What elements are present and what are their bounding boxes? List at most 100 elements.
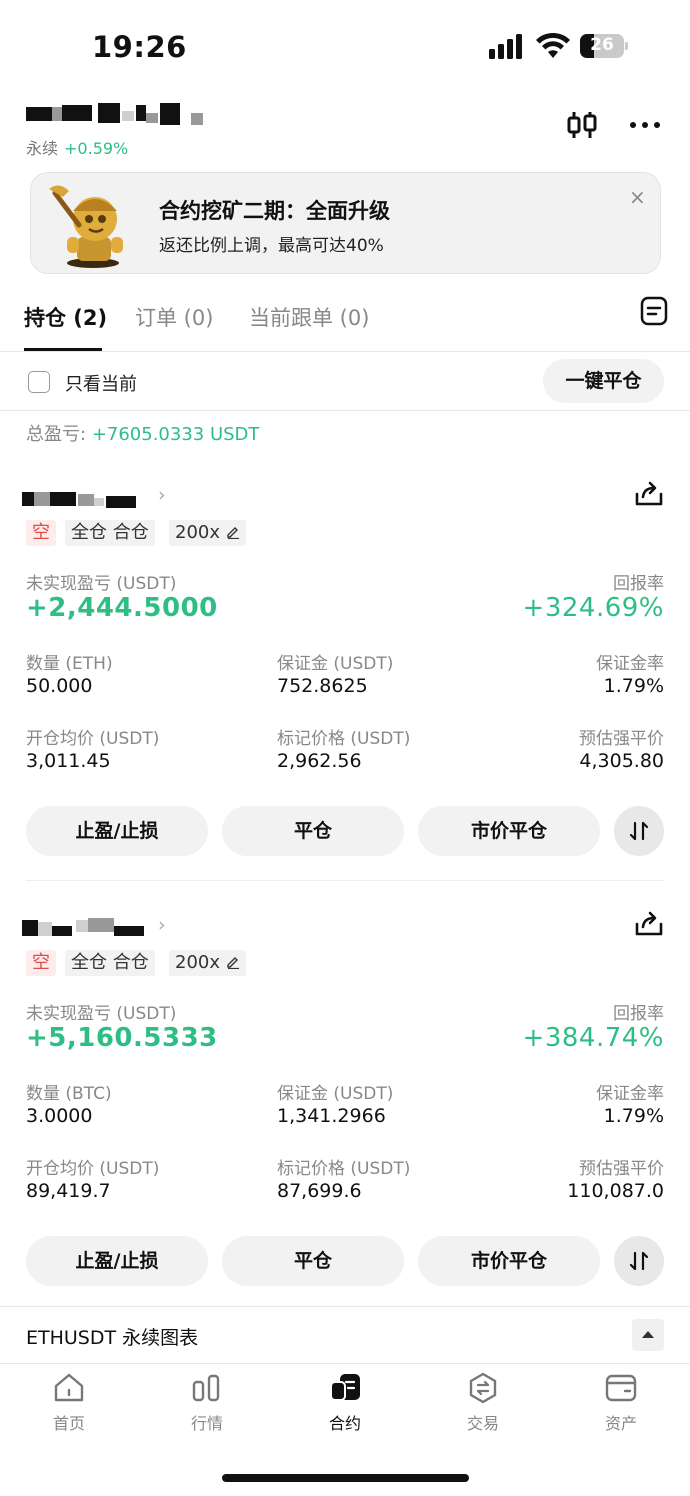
- mark-price-value: 2,962.56: [277, 750, 362, 772]
- gold-miner-mascot-icon: [49, 185, 123, 268]
- nav-home-label: 首页: [52, 1414, 85, 1433]
- home-indicator[interactable]: [222, 1474, 469, 1482]
- market-icon: [192, 1374, 220, 1402]
- unrealized-pnl-label: 未实现盈亏 (USDT): [26, 1004, 177, 1024]
- candlestick-chart-icon[interactable]: [566, 110, 598, 140]
- liquidation-price-value: 4,305.80: [579, 750, 664, 772]
- unrealized-pnl-value: +5,160.5333: [26, 1023, 218, 1053]
- chart-drawer-title: ETHUSDT 永续图表: [26, 1327, 199, 1349]
- side-tag: 空: [26, 950, 56, 976]
- quantity-label: 数量 (ETH): [26, 654, 113, 674]
- symbol-chevron-icon[interactable]: ›: [158, 484, 166, 506]
- quantity-value: 50.000: [26, 675, 93, 697]
- tpsl-button[interactable]: 止盈/止损: [26, 806, 208, 856]
- trade-icon: [469, 1372, 497, 1404]
- side-tag: 空: [26, 520, 56, 546]
- status-time: 19:26: [92, 30, 187, 64]
- leverage-tag[interactable]: 200x: [169, 950, 247, 976]
- entry-price-label: 开仓均价 (USDT): [26, 1159, 160, 1179]
- home-icon: [54, 1373, 84, 1402]
- tpsl-button[interactable]: 止盈/止损: [26, 1236, 208, 1286]
- position-card: › 空 全仓 合仓 200x 未实现盈亏 (USDT) 回报率 +2,444.5…: [0, 480, 690, 900]
- leverage-tag[interactable]: 200x: [169, 520, 247, 546]
- only-current-checkbox[interactable]: [28, 371, 50, 393]
- total-pnl-label: 总盈亏:: [26, 424, 87, 445]
- close-position-button[interactable]: 平仓: [222, 806, 404, 856]
- reverse-position-button[interactable]: [614, 806, 664, 856]
- only-current-label[interactable]: 只看当前: [65, 370, 137, 396]
- mark-price-label: 标记价格 (USDT): [277, 729, 411, 749]
- position-tabs: 持仓 (2) 订单 (0) 当前跟单 (0): [0, 290, 690, 352]
- promo-banner[interactable]: 合约挖矿二期：全面升级 返还比例上调，最高可达40% ×: [30, 172, 661, 274]
- symbol-chevron-icon[interactable]: ›: [158, 914, 166, 936]
- roe-label: 回报率: [613, 1004, 664, 1024]
- entry-price-label: 开仓均价 (USDT): [26, 729, 160, 749]
- unrealized-pnl-label: 未实现盈亏 (USDT): [26, 574, 177, 594]
- document-icon[interactable]: [640, 296, 668, 326]
- nav-assets[interactable]: 资产: [581, 1372, 661, 1434]
- position-symbol-blurred[interactable]: [22, 918, 162, 938]
- margin-mode-tag: 全仓 合仓: [65, 950, 155, 976]
- active-tab-indicator: [24, 348, 102, 351]
- margin-value: 1,341.2966: [277, 1105, 386, 1127]
- nav-futures-label: 合约: [328, 1414, 361, 1433]
- position-symbol-blurred[interactable]: [22, 488, 162, 508]
- liquidation-price-value: 110,087.0: [567, 1180, 664, 1202]
- position-card: › 空 全仓 合仓 200x 未实现盈亏 (USDT) 回报率 +5,160.5…: [0, 910, 690, 1330]
- tab-orders[interactable]: 订单 (0): [135, 302, 213, 332]
- mark-price-label: 标记价格 (USDT): [277, 1159, 411, 1179]
- cellular-signal-icon: [489, 34, 522, 59]
- position-divider: [26, 880, 664, 881]
- mark-price-value: 87,699.6: [277, 1180, 362, 1202]
- margin-ratio-label: 保证金率: [596, 1084, 664, 1104]
- entry-price-value: 89,419.7: [26, 1180, 111, 1202]
- tab-copy-trading[interactable]: 当前跟单 (0): [249, 302, 369, 332]
- wallet-icon: [605, 1374, 637, 1402]
- close-all-button[interactable]: 一键平仓: [543, 359, 664, 403]
- nav-assets-label: 资产: [604, 1414, 637, 1433]
- nav-home[interactable]: 首页: [29, 1372, 109, 1434]
- price-change: +0.59%: [64, 139, 129, 158]
- roe-label: 回报率: [613, 574, 664, 594]
- swap-arrows-icon: [629, 821, 649, 841]
- quantity-value: 3.0000: [26, 1105, 93, 1127]
- nav-futures[interactable]: 合约: [305, 1372, 385, 1434]
- nav-market-label: 行情: [190, 1414, 223, 1433]
- banner-title: 合约挖矿二期：全面升级: [159, 199, 390, 223]
- margin-ratio-label: 保证金率: [596, 654, 664, 674]
- nav-trade-label: 交易: [466, 1414, 499, 1433]
- edit-pencil-icon[interactable]: [226, 955, 240, 969]
- contract-header: 永续 +0.59%: [0, 95, 690, 165]
- bottom-navigation: 首页 行情 合约 交易 资产: [0, 1364, 690, 1444]
- close-position-button[interactable]: 平仓: [222, 1236, 404, 1286]
- status-bar: 19:26 26: [0, 0, 690, 90]
- share-icon[interactable]: [634, 910, 664, 938]
- leverage-value: 200x: [175, 522, 221, 543]
- wifi-icon: [536, 32, 570, 58]
- margin-value: 752.8625: [277, 675, 368, 697]
- tab-positions[interactable]: 持仓 (2): [24, 302, 107, 332]
- reverse-position-button[interactable]: [614, 1236, 664, 1286]
- header-subtitle: 永续 +0.59%: [26, 135, 128, 159]
- nav-market[interactable]: 行情: [167, 1372, 247, 1434]
- margin-label: 保证金 (USDT): [277, 1084, 394, 1104]
- chart-expand-button[interactable]: [632, 1319, 664, 1351]
- swap-arrows-icon: [629, 1251, 649, 1271]
- total-pnl: 总盈亏: +7605.0333 USDT: [26, 420, 259, 446]
- nav-trade[interactable]: 交易: [443, 1372, 523, 1434]
- margin-ratio-value: 1.79%: [603, 1105, 664, 1127]
- banner-close-icon[interactable]: ×: [629, 185, 646, 209]
- quantity-label: 数量 (BTC): [26, 1084, 112, 1104]
- market-close-button[interactable]: 市价平仓: [418, 806, 600, 856]
- margin-mode-tag: 全仓 合仓: [65, 520, 155, 546]
- roe-value: +324.69%: [522, 593, 664, 623]
- more-icon[interactable]: [627, 115, 663, 135]
- market-close-button[interactable]: 市价平仓: [418, 1236, 600, 1286]
- edit-pencil-icon[interactable]: [226, 525, 240, 539]
- battery-level-text: 26: [590, 35, 614, 55]
- unrealized-pnl-value: +2,444.5000: [26, 593, 218, 623]
- chart-drawer-bar[interactable]: ETHUSDT 永续图表: [0, 1306, 690, 1364]
- pair-title-blurred[interactable]: [26, 101, 203, 127]
- battery-indicator: 26: [580, 34, 628, 58]
- share-icon[interactable]: [634, 480, 664, 508]
